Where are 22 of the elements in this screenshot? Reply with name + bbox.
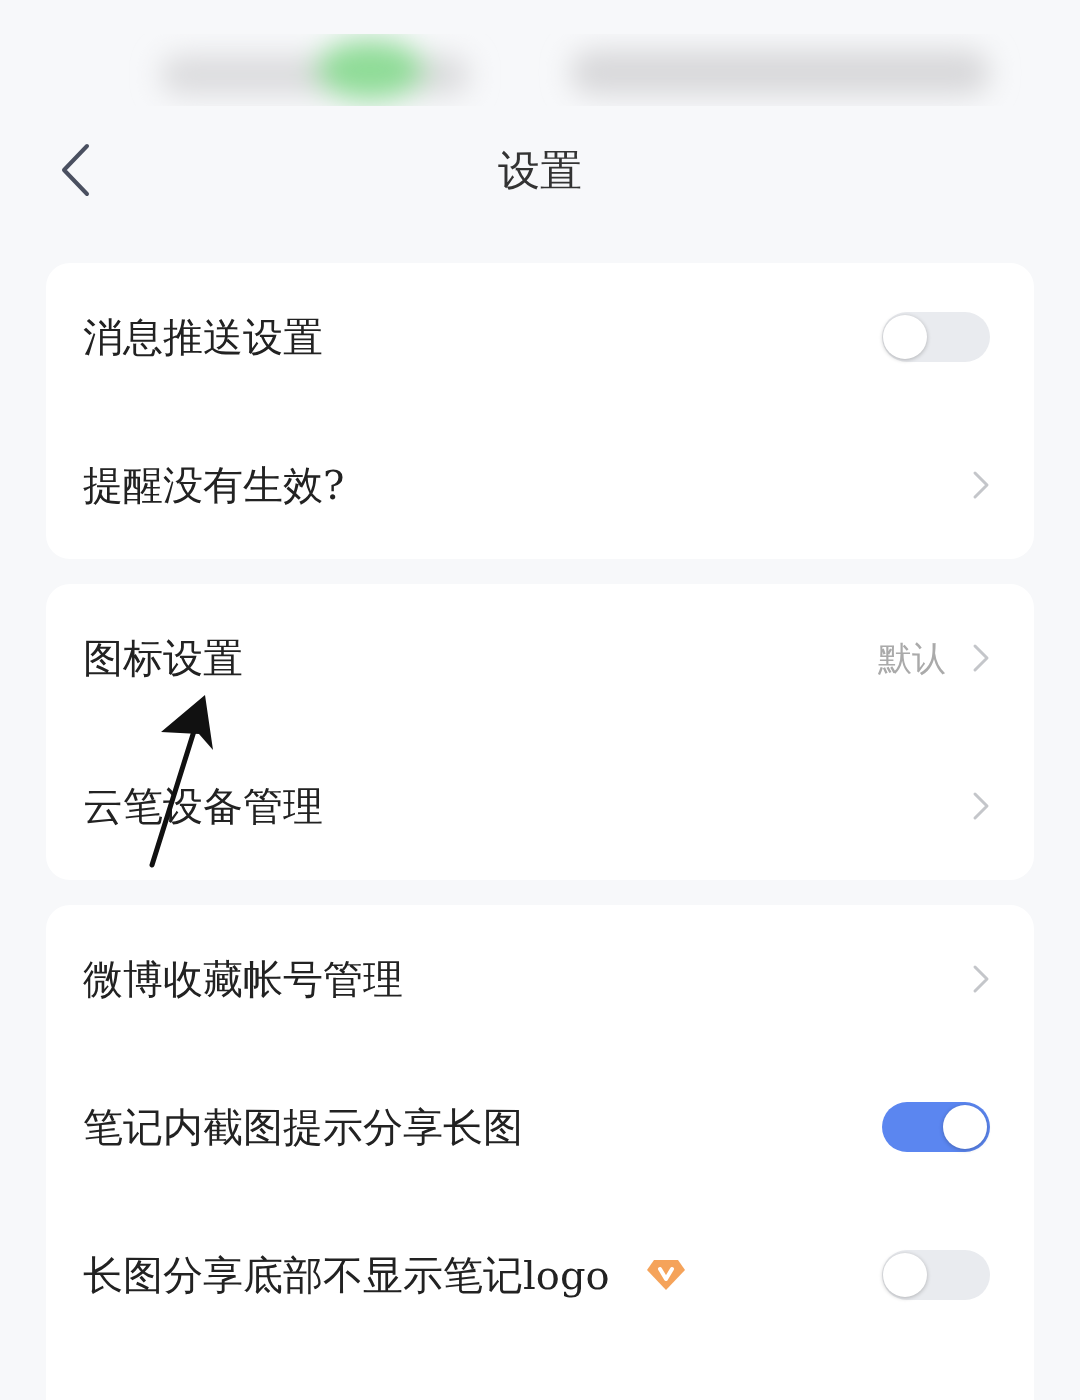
settings-row[interactable]: 图标设置 默认 bbox=[46, 584, 1034, 732]
row-label: 消息推送设置 bbox=[83, 313, 323, 362]
row-label: 微博收藏帐号管理 bbox=[83, 955, 403, 1004]
settings-row[interactable]: 提醒没有生效? bbox=[46, 411, 1034, 559]
row-label: 图标设置 bbox=[83, 634, 243, 683]
chevron-right-icon bbox=[972, 643, 990, 673]
row-label: 长图分享底部不显示笔记logo bbox=[83, 1251, 610, 1300]
chevron-right-icon bbox=[972, 964, 990, 994]
toggle-switch[interactable] bbox=[882, 1250, 990, 1300]
row-label: 笔记内截图提示分享长图 bbox=[83, 1103, 523, 1152]
row-value: 默认 bbox=[878, 636, 946, 680]
back-icon[interactable] bbox=[60, 143, 90, 197]
settings-row[interactable]: 消息推送设置 bbox=[46, 263, 1034, 411]
settings-row[interactable]: 长图分享底部不显示笔记logo bbox=[46, 1201, 1034, 1349]
toggle-switch[interactable] bbox=[882, 1102, 990, 1152]
page-title: 设置 bbox=[498, 144, 582, 197]
settings-row[interactable]: 笔记内截图提示分享长图 bbox=[46, 1053, 1034, 1201]
chevron-right-icon bbox=[972, 791, 990, 821]
settings-row[interactable]: 微博收藏帐号管理 bbox=[46, 905, 1034, 1053]
chevron-right-icon bbox=[972, 470, 990, 500]
toggle-switch[interactable] bbox=[882, 312, 990, 362]
row-label: 提醒没有生效? bbox=[83, 461, 345, 510]
